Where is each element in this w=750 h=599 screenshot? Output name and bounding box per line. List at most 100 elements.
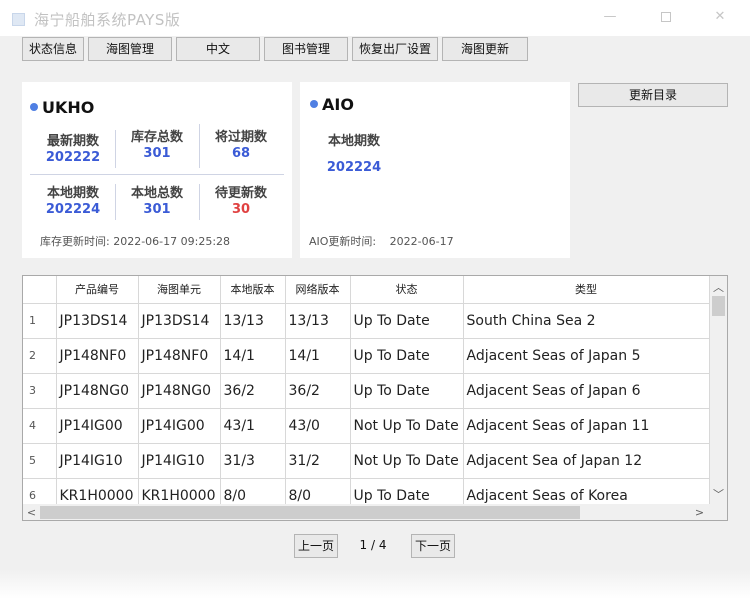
table-header-row: 产品编号 海图单元 本地版本 网络版本 状态 类型 xyxy=(23,276,710,304)
table-row[interactable]: 3 JP148NG0 JP148NG0 36/2 36/2 Up To Date… xyxy=(23,373,710,409)
column-header-network-version[interactable]: 网络版本 xyxy=(285,276,351,304)
cell-type: Adjacent Seas of Japan 6 xyxy=(463,373,710,409)
main-toolbar: 状态信息 海图管理 中文 图书管理 恢复出厂设置 海图更新 xyxy=(0,36,750,62)
row-number: 1 xyxy=(23,303,57,339)
vertical-scrollbar[interactable]: ︿ ﹀ xyxy=(710,276,727,504)
stat-value: 68 xyxy=(231,146,251,161)
cell-product-id: JP14IG10 xyxy=(56,443,139,479)
status-dot-icon xyxy=(310,100,318,108)
stats-divider xyxy=(30,174,284,175)
row-number: 4 xyxy=(23,408,57,444)
cell-network-version: 13/13 xyxy=(285,303,351,339)
app-window: 海宁船舶系统PAYS版 — ✕ 状态信息 海图管理 中文 图书管理 恢复出厂设置… xyxy=(0,0,750,599)
stat-pending-update: 待更新数 30 xyxy=(201,186,281,218)
aio-panel: AIO 本地期数 202224 AIO更新时间: 2022-06-17 xyxy=(300,82,570,258)
window-title: 海宁船舶系统PAYS版 xyxy=(34,11,181,29)
stats-divider xyxy=(199,184,200,220)
cell-network-version: 31/2 xyxy=(285,443,351,479)
stat-value: 30 xyxy=(231,202,251,217)
aio-update-time-label: AIO更新时间: xyxy=(309,235,377,248)
tab-factory-reset[interactable]: 恢复出厂设置 xyxy=(352,37,438,61)
tab-language[interactable]: 中文 xyxy=(176,37,260,61)
stat-value: 202224 xyxy=(45,202,101,217)
title-bar: 海宁船舶系统PAYS版 — ✕ xyxy=(0,0,750,36)
minimize-button[interactable]: — xyxy=(600,8,620,26)
chart-table: 产品编号 海图单元 本地版本 网络版本 状态 类型 1 JP13DS14 JP1… xyxy=(22,275,728,521)
cell-chart-cell: JP148NF0 xyxy=(138,338,221,374)
ukho-title-text: UKHO xyxy=(42,98,95,117)
app-icon xyxy=(12,13,25,26)
aio-update-time: AIO更新时间: 2022-06-17 xyxy=(309,233,454,249)
update-catalog-button[interactable]: 更新目录 xyxy=(578,83,728,107)
stats-divider xyxy=(199,124,200,168)
stat-label: 库存总数 xyxy=(130,130,183,145)
cell-network-version: 43/0 xyxy=(285,408,351,444)
cell-status: Not Up To Date xyxy=(350,408,464,444)
column-header-type[interactable]: 类型 xyxy=(463,276,710,304)
cell-local-version: 36/2 xyxy=(220,373,286,409)
stat-label: 本地总数 xyxy=(130,186,183,201)
cell-type: South China Sea 2 xyxy=(463,303,710,339)
stat-label: 本地期数 xyxy=(327,134,380,149)
tab-chart-update[interactable]: 海图更新 xyxy=(442,37,528,61)
stats-divider xyxy=(115,130,116,168)
cell-status: Up To Date xyxy=(350,303,464,339)
maximize-icon xyxy=(661,12,671,22)
stat-label: 将过期数 xyxy=(214,130,267,145)
stat-label: 最新期数 xyxy=(46,134,99,149)
ukho-update-time: 库存更新时间: 2022-06-17 09:25:28 xyxy=(40,233,230,249)
ukho-update-time-value: 2022-06-17 09:25:28 xyxy=(113,235,231,248)
scroll-up-icon[interactable]: ︿ xyxy=(710,279,727,295)
close-button[interactable]: ✕ xyxy=(710,8,730,26)
cell-product-id: JP14IG00 xyxy=(56,408,139,444)
page-indicator: 1 / 4 xyxy=(359,538,387,552)
stat-value: 301 xyxy=(143,146,171,161)
cell-local-version: 14/1 xyxy=(220,338,286,374)
cell-local-version: 43/1 xyxy=(220,408,286,444)
column-header-local-version[interactable]: 本地版本 xyxy=(220,276,286,304)
stat-latest-issue: 最新期数 202222 xyxy=(33,134,113,166)
table-row[interactable]: 5 JP14IG10 JP14IG10 31/3 31/2 Not Up To … xyxy=(23,443,710,479)
cell-chart-cell: JP148NG0 xyxy=(138,373,221,409)
table-row[interactable]: 2 JP148NF0 JP148NF0 14/1 14/1 Up To Date… xyxy=(23,338,710,374)
column-header-product-id[interactable]: 产品编号 xyxy=(56,276,139,304)
row-number: 2 xyxy=(23,338,57,374)
tab-book-management[interactable]: 图书管理 xyxy=(264,37,348,61)
column-header-status[interactable]: 状态 xyxy=(350,276,464,304)
horizontal-scroll-thumb[interactable] xyxy=(40,506,580,519)
cell-status: Not Up To Date xyxy=(350,443,464,479)
ukho-panel: UKHO 最新期数 202222 库存总数 301 将过期数 68 本地期数 2… xyxy=(22,82,292,258)
table-row[interactable]: 1 JP13DS14 JP13DS14 13/13 13/13 Up To Da… xyxy=(23,303,710,339)
cell-type: Adjacent Seas of Japan 5 xyxy=(463,338,710,374)
column-header-chart-cell[interactable]: 海图单元 xyxy=(138,276,221,304)
scroll-down-icon[interactable]: ﹀ xyxy=(710,486,727,502)
cell-product-id: JP13DS14 xyxy=(56,303,139,339)
aio-title: AIO xyxy=(310,95,354,114)
stat-local-total: 本地总数 301 xyxy=(117,186,197,218)
cell-chart-cell: JP14IG10 xyxy=(138,443,221,479)
stat-value: 202222 xyxy=(45,150,101,165)
cell-status: Up To Date xyxy=(350,338,464,374)
scroll-left-icon[interactable]: < xyxy=(23,506,40,519)
horizontal-scrollbar[interactable]: < > xyxy=(23,504,727,520)
ukho-update-time-label: 库存更新时间: xyxy=(40,235,110,248)
row-number: 5 xyxy=(23,443,57,479)
cell-product-id: JP148NF0 xyxy=(56,338,139,374)
stat-label: 待更新数 xyxy=(214,186,267,201)
scroll-right-icon[interactable]: > xyxy=(691,506,708,519)
cell-type: Adjacent Seas of Japan 11 xyxy=(463,408,710,444)
tab-chart-management[interactable]: 海图管理 xyxy=(88,37,172,61)
table-row[interactable]: 4 JP14IG00 JP14IG00 43/1 43/0 Not Up To … xyxy=(23,408,710,444)
vertical-scroll-thumb[interactable] xyxy=(712,296,725,316)
stats-divider xyxy=(115,184,116,220)
cell-network-version: 36/2 xyxy=(285,373,351,409)
data-grid: 产品编号 海图单元 本地版本 网络版本 状态 类型 1 JP13DS14 JP1… xyxy=(23,276,710,514)
cell-local-version: 13/13 xyxy=(220,303,286,339)
tab-status-info[interactable]: 状态信息 xyxy=(22,37,84,61)
cell-chart-cell: JP14IG00 xyxy=(138,408,221,444)
column-header-row-number[interactable] xyxy=(23,276,57,304)
next-page-button[interactable]: 下一页 xyxy=(411,534,455,558)
prev-page-button[interactable]: 上一页 xyxy=(294,534,338,558)
maximize-button[interactable] xyxy=(656,8,676,26)
stat-value: 202224 xyxy=(326,160,382,175)
